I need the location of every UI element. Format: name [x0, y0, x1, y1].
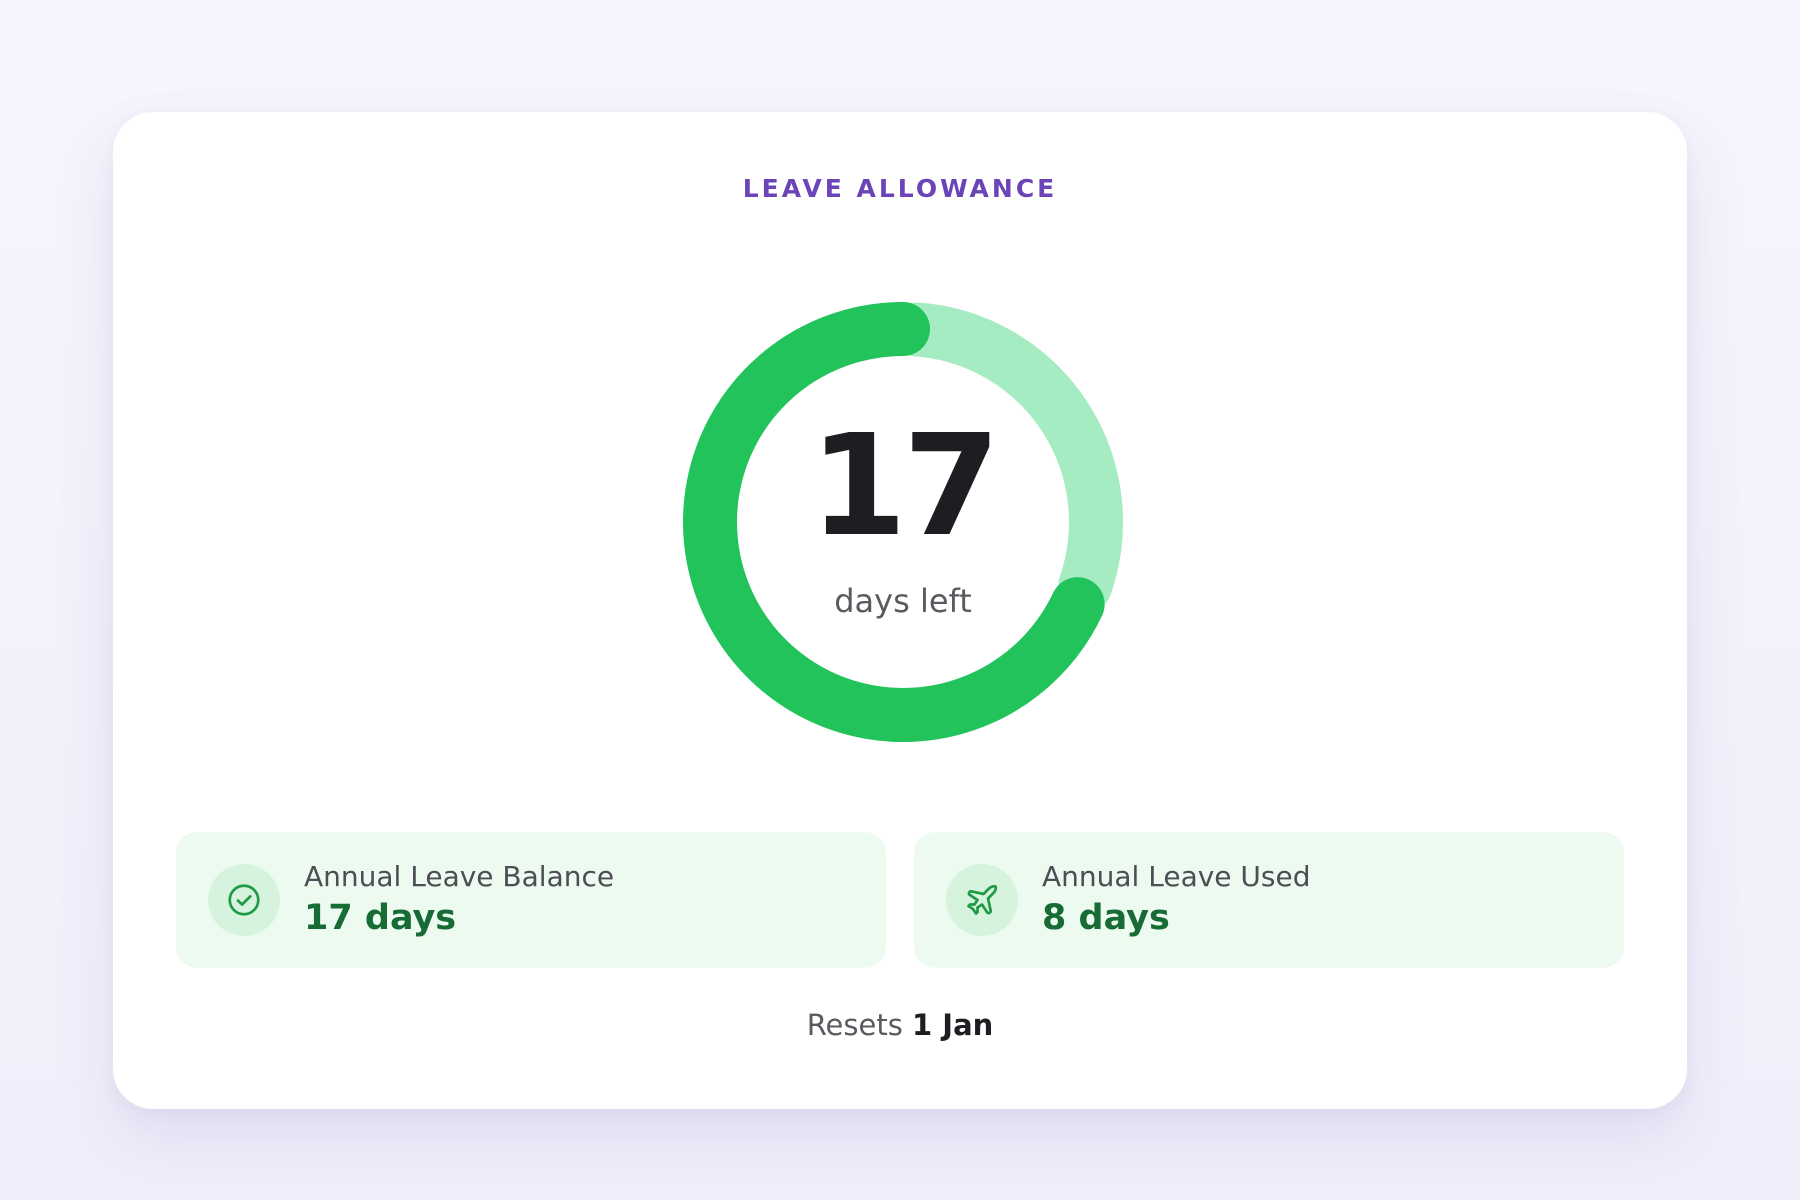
leave-used-label: Annual Leave Used: [1042, 860, 1311, 893]
leave-used-value: 8 days: [1042, 898, 1170, 938]
leave-used-tile: Annual Leave Used 8 days: [914, 832, 1624, 968]
leave-progress-ring: 17 days left: [673, 292, 1133, 752]
airplane-icon: [946, 864, 1018, 936]
leave-balance-tile: Annual Leave Balance 17 days: [176, 832, 886, 968]
leave-allowance-card: LEAVE ALLOWANCE 17 days left Annual Leav…: [113, 112, 1687, 1109]
leave-balance-value: 17 days: [304, 898, 457, 938]
days-left-number: 17: [809, 405, 1001, 568]
reset-date: 1 Jan: [912, 1008, 994, 1042]
reset-prefix: Resets: [806, 1008, 903, 1042]
card-title: LEAVE ALLOWANCE: [742, 174, 1058, 203]
reset-note: Resets 1 Jan: [113, 1008, 1687, 1042]
leave-balance-label: Annual Leave Balance: [304, 860, 615, 893]
check-circle-icon: [208, 864, 280, 936]
days-left-caption: days left: [834, 582, 972, 620]
